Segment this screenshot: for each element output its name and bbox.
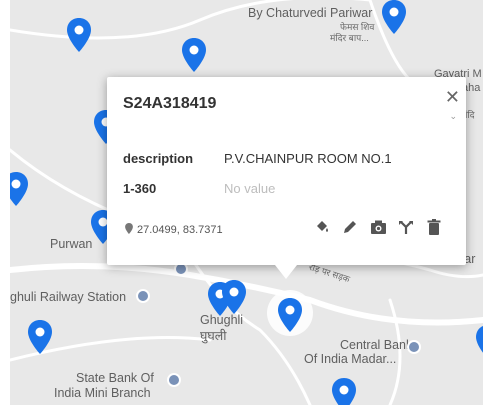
delete-icon[interactable] — [424, 217, 444, 237]
bank-marker[interactable] — [407, 340, 421, 354]
map-label: फेमस शिव — [340, 22, 375, 32]
map-label: By Chaturvedi Pariwar — [248, 6, 373, 20]
chevron-down-icon[interactable]: ⌄ — [449, 111, 457, 122]
map-canvas[interactable]: By Chaturvedi Pariwar फेमस शिव मंदिर बाप… — [10, 0, 483, 405]
field-value: P.V.CHAINPUR ROOM NO.1 — [224, 151, 392, 166]
map-label: India Mini Branch — [54, 386, 151, 400]
location-pin-icon — [125, 223, 133, 234]
map-label: State Bank Of — [76, 371, 154, 385]
map-label: ghuli Railway Station — [10, 290, 127, 304]
close-icon[interactable]: ✕ — [445, 87, 460, 108]
field-key: 1-360 — [123, 181, 157, 196]
field-key: description — [123, 151, 194, 166]
feature-popup: S24A318419 ✕ ⌄ description P.V.CHAINPUR … — [107, 77, 466, 279]
coordinates-value: 27.0499, 83.7371 — [137, 224, 223, 236]
route-icon[interactable] — [396, 217, 416, 237]
location-pin-icon[interactable] — [28, 320, 52, 354]
location-pin-icon[interactable] — [476, 325, 483, 359]
style-icon[interactable] — [312, 217, 332, 237]
location-pin-icon[interactable] — [278, 298, 302, 332]
location-pin-icon[interactable] — [182, 38, 206, 72]
map-label: मंदिर बाप... — [330, 33, 369, 43]
popup-toolbar — [312, 217, 444, 237]
railway-station-marker[interactable] — [136, 289, 150, 303]
location-pin-icon[interactable] — [222, 280, 246, 314]
edit-icon[interactable] — [340, 217, 360, 237]
field-value: No value — [224, 181, 276, 196]
map-label: Of India Madar... — [304, 352, 397, 366]
bank-marker[interactable] — [167, 373, 181, 387]
map-label: Central Bank — [340, 338, 413, 352]
coordinates: 27.0499, 83.7371 — [125, 223, 223, 236]
location-pin-icon[interactable] — [67, 18, 91, 52]
location-pin-icon[interactable] — [382, 0, 406, 34]
location-pin-icon[interactable] — [10, 172, 28, 206]
popup-title: S24A318419 — [123, 95, 217, 112]
map-label: घुघली — [200, 329, 227, 343]
map-frame: By Chaturvedi Pariwar फेमस शिव मंदिर बाप… — [10, 0, 483, 405]
camera-icon[interactable] — [368, 217, 388, 237]
map-label: Purwan — [50, 237, 93, 251]
location-pin-icon[interactable] — [332, 378, 356, 405]
